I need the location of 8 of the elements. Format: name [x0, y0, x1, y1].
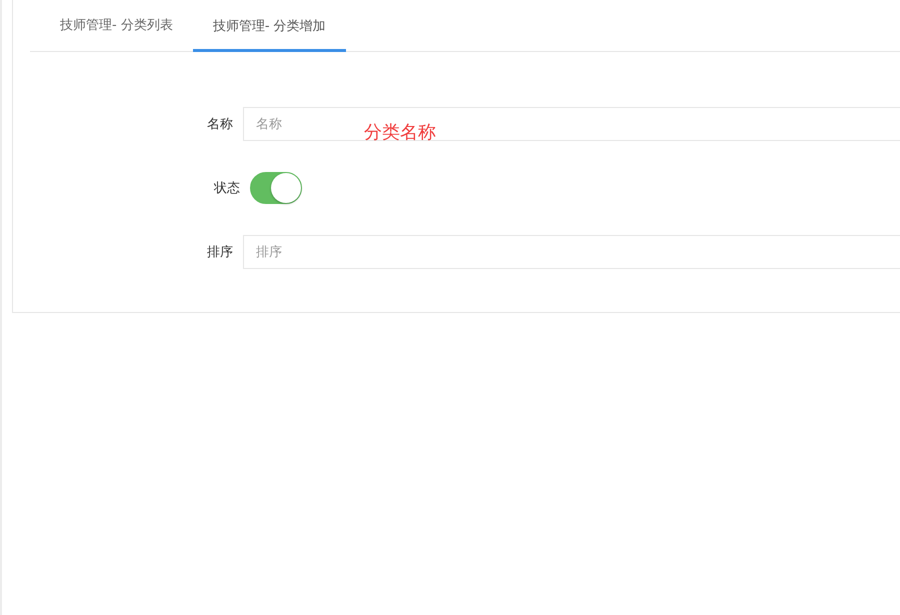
field-label: 排序	[206, 244, 234, 261]
annotation-text: 分类名称	[364, 121, 436, 144]
tab[interactable]: 技师管理- 分类增加	[192, 0, 346, 52]
toggle-switch[interactable]	[250, 172, 302, 204]
tab[interactable]: 技师管理- 分类列表	[40, 0, 193, 52]
field-label: 状态	[212, 180, 241, 197]
field-label: 名称	[206, 116, 234, 133]
text-field[interactable]: 排序	[243, 235, 900, 269]
